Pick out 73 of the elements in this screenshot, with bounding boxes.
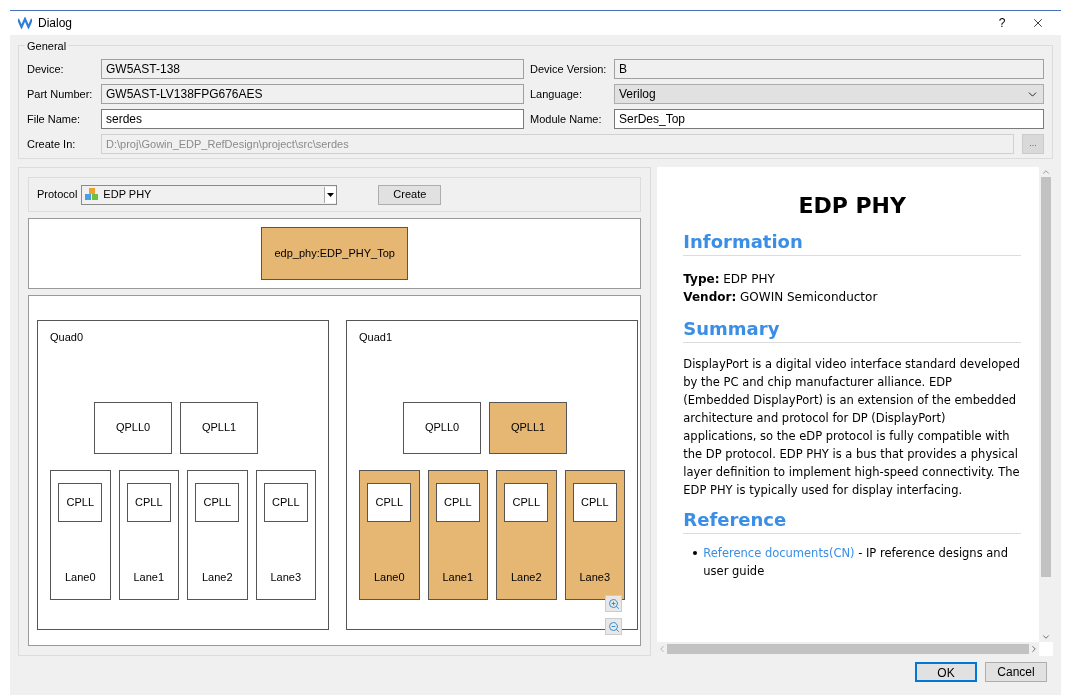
lane-block[interactable]: CPLL Lane2 — [496, 469, 557, 600]
info-line: Vendor: GOWIN Semiconductor — [683, 289, 879, 306]
lane-block[interactable]: CPLL Lane2 — [187, 469, 248, 600]
cpll-block[interactable]: CPLL — [367, 482, 412, 522]
summary-paragraph: DisplayPort is a digital video interface standard developed by the PC and chip manufacturer alliance. EDP (Embedded DisplayPort) is an extension of the embedded architecture and protocol for DP (DisplayPort) applications, so the eDP protocol is fully compatible with the DP protocol. EDP PHY is a bus that provides a physical layer definition to implement high-speed connectivity. The EDP PHY is typically used for display interfacing. — [683, 356, 1021, 499]
cubes-icon — [85, 188, 100, 201]
readonly-field: B — [614, 59, 1044, 79]
lane-block[interactable]: CPLL Lane1 — [427, 469, 488, 600]
cpll-block[interactable]: CPLL — [126, 482, 171, 522]
scroll-down-icon — [1041, 632, 1051, 642]
zoom-in-icon — [607, 597, 620, 610]
lane-label: Lane2 — [510, 569, 542, 585]
zoom-in-button[interactable] — [605, 595, 623, 612]
info-line: Type: EDP PHY — [683, 271, 776, 288]
cpll-block[interactable]: CPLL — [195, 482, 240, 522]
field-label: File Name: — [27, 111, 82, 127]
field-label: Create In: — [27, 136, 77, 152]
lane-label: Lane3 — [579, 569, 611, 585]
protocol-dropdown[interactable]: EDP PHY — [81, 184, 338, 205]
block[interactable]: QPLL0 — [403, 401, 481, 454]
field-label: Module Name: — [530, 111, 603, 127]
bullet-icon — [693, 551, 698, 555]
lane-label: Lane1 — [133, 569, 165, 585]
field-label: Device Version: — [530, 61, 608, 77]
app-logo-icon — [18, 17, 32, 29]
language-dropdown[interactable]: Verilog — [614, 84, 1044, 104]
scrollbar-thumb[interactable] — [1041, 177, 1051, 577]
lane-label: Lane0 — [373, 569, 405, 585]
lane-block[interactable]: CPLL Lane0 — [359, 469, 420, 600]
dialog-button[interactable]: OK — [915, 662, 977, 682]
field-label: Device: — [27, 61, 65, 77]
section-heading: Information — [683, 233, 1021, 256]
section-heading: Reference — [683, 511, 1021, 534]
field-label: Language: — [530, 86, 583, 102]
lane-block[interactable]: CPLL Lane3 — [255, 469, 316, 600]
scroll-right-icon — [1029, 644, 1039, 654]
cpll-block[interactable]: CPLL — [504, 482, 549, 522]
reference-item: Reference documents(CN) - IP reference designs and user guide — [703, 545, 1009, 580]
cpll-block[interactable]: CPLL — [572, 482, 617, 522]
readonly-field: GW5AST-138 — [101, 59, 524, 79]
cpll-block[interactable]: CPLL — [435, 482, 480, 522]
cpll-block[interactable]: CPLL — [58, 482, 103, 522]
readonly-field: GW5AST-LV138FPG676AES — [101, 84, 524, 104]
dialog-button[interactable]: Cancel — [985, 662, 1047, 682]
protocol-label: Protocol — [37, 187, 78, 203]
zoom-out-icon — [607, 620, 620, 633]
reference-link[interactable]: Reference documents(CN) — [703, 546, 855, 560]
lane-block[interactable]: CPLL Lane0 — [50, 469, 111, 600]
close-icon — [1031, 16, 1045, 30]
lane-label: Lane2 — [201, 569, 233, 585]
help-button[interactable]: ? — [987, 14, 1017, 32]
cpll-block[interactable]: CPLL — [263, 482, 308, 522]
create-button[interactable]: Create — [378, 184, 442, 205]
zoom-out-button[interactable] — [605, 618, 623, 635]
quad-label: Quad0 — [50, 330, 85, 345]
lane-label: Lane0 — [64, 569, 96, 585]
field-label: Part Number: — [27, 86, 94, 102]
block[interactable]: QPLL1 — [180, 401, 258, 454]
lane-label: Lane1 — [442, 569, 474, 585]
info-title: EDP PHY — [797, 192, 907, 220]
scroll-up-icon — [1041, 167, 1051, 177]
block[interactable]: edp_phy:EDP_PHY_Top — [261, 227, 409, 280]
lane-label: Lane3 — [270, 569, 302, 585]
block[interactable]: QPLL0 — [94, 401, 172, 454]
quad-label: Quad1 — [359, 330, 394, 345]
lane-block[interactable]: CPLL Lane3 — [564, 469, 625, 600]
text-input-field[interactable]: SerDes_Top — [614, 109, 1044, 129]
window-title: Dialog — [38, 15, 74, 32]
scrollbar-thumb[interactable] — [667, 644, 1029, 654]
text-input-field[interactable]: serdes — [101, 109, 524, 129]
section-heading: Summary — [683, 320, 1021, 343]
block[interactable]: QPLL1 — [489, 401, 567, 454]
lane-block[interactable]: CPLL Lane1 — [118, 469, 179, 600]
